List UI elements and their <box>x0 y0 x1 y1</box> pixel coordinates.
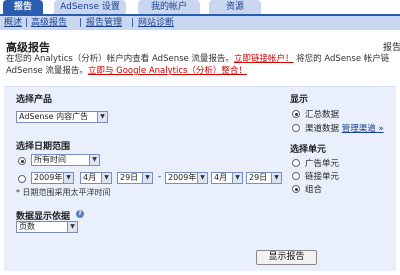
chevron-down-icon: ▼ <box>197 173 207 183</box>
display-channel-radio[interactable] <box>292 124 300 132</box>
chevron-down-icon: ▼ <box>63 173 73 183</box>
subnav-overview[interactable]: 概述 <box>4 16 22 30</box>
display-channel-label: 渠道数据 管理渠道 » <box>305 122 384 134</box>
unit-ad-radio[interactable] <box>292 159 300 167</box>
show-report-button[interactable]: 显示报告 <box>256 250 317 265</box>
timezone-note: * 日期范围采用太平洋时间 <box>16 188 111 197</box>
chevron-down-icon: ▼ <box>89 155 99 165</box>
display-label: 显示 <box>290 95 309 105</box>
unit-combined-label: 组合 <box>305 185 323 195</box>
date-range-label: 选择日期范围 <box>16 142 71 152</box>
from-month-value: 4月 <box>83 173 97 182</box>
tab-reports[interactable]: 报告 <box>3 0 43 14</box>
show-by-value: 页数 <box>19 222 35 231</box>
chevron-down-icon: ▼ <box>97 112 107 122</box>
chevron-down-icon: ▼ <box>67 222 77 232</box>
intro-text: 在您的 Analytics（分析）帐户内查看 AdSense 流量报告。 <box>6 54 234 64</box>
product-label: 选择产品 <box>16 95 53 105</box>
unit-ad-label: 广告单元 <box>305 159 340 169</box>
display-summary-label: 汇总数据 <box>305 110 340 120</box>
show-by-select[interactable]: 页数 ▼ <box>16 221 78 233</box>
from-year-select[interactable]: 2009年 ▼ <box>31 172 74 184</box>
product-select-value: AdSense 内容广告 <box>19 112 89 121</box>
sub-navigation: 概述 | 高级报告 | 报告管理 | 网站诊断 <box>0 16 400 30</box>
to-year-value: 2009年 <box>168 173 197 182</box>
unit-link-radio[interactable] <box>292 172 300 180</box>
date-custom-radio[interactable] <box>18 175 26 183</box>
chevron-down-icon: ▼ <box>232 173 242 183</box>
unit-link-label: 链接单元 <box>305 172 340 182</box>
intro-line-2: AdSense 流量报告。立即与 Google Analytics（分析）整合！ <box>6 65 400 77</box>
unit-label: 选择单元 <box>290 145 327 155</box>
unit-combined-radio[interactable] <box>292 185 300 193</box>
from-day-select[interactable]: 29日 ▼ <box>117 172 153 184</box>
subnav-advanced-reports[interactable]: 高级报告 <box>31 16 67 30</box>
product-select[interactable]: AdSense 内容广告 ▼ <box>16 111 108 123</box>
from-year-value: 2009年 <box>34 173 63 182</box>
subnav-site-diagnostics[interactable]: 网站诊断 <box>138 16 174 30</box>
tab-resources[interactable]: 资源 <box>209 0 261 14</box>
intro-line-1: 在您的 Analytics（分析）帐户内查看 AdSense 流量报告。立即链接… <box>6 53 400 65</box>
manage-channels-link[interactable]: 管理渠道 » <box>342 124 384 134</box>
help-icon[interactable]: ? <box>76 210 84 218</box>
page-title-right: 报告 <box>383 43 400 53</box>
to-day-select[interactable]: 29日 ▼ <box>246 172 282 184</box>
subnav-separator: | <box>25 18 29 28</box>
display-summary-radio[interactable] <box>292 110 300 118</box>
intro-text: AdSense 流量报告。 <box>6 66 88 76</box>
intro-text: 将您的 AdSense 帐户链 <box>293 54 390 64</box>
subnav-report-manager[interactable]: 报告管理 <box>86 16 122 30</box>
to-year-select[interactable]: 2009年 ▼ <box>165 172 208 184</box>
display-channel-text: 渠道数据 <box>305 124 340 134</box>
tab-my-account[interactable]: 我的帐户 <box>138 0 200 14</box>
chevron-down-icon: ▼ <box>271 173 281 183</box>
to-month-value: 4月 <box>214 173 228 182</box>
subnav-separator: | <box>79 18 83 28</box>
link-account-link[interactable]: 立即链接帐户！ <box>234 54 294 64</box>
from-month-select[interactable]: 4月 ▼ <box>80 172 112 184</box>
subnav-separator: | <box>131 18 135 28</box>
date-preset-select[interactable]: 所有时间 ▼ <box>31 154 100 166</box>
date-preset-value: 所有时间 <box>34 155 66 164</box>
tab-adsense-settings[interactable]: AdSense 设置 <box>54 0 126 14</box>
chevron-down-icon: ▼ <box>142 173 152 183</box>
date-preset-radio[interactable] <box>18 157 26 165</box>
to-month-select[interactable]: 4月 ▼ <box>211 172 243 184</box>
main-tabs: 报告 AdSense 设置 我的帐户 资源 <box>0 0 400 14</box>
integrate-analytics-link[interactable]: 立即与 Google Analytics（分析）整合！ <box>88 66 247 76</box>
to-day-value: 29日 <box>249 173 268 182</box>
analytics-intro: 在您的 Analytics（分析）帐户内查看 AdSense 流量报告。立即链接… <box>6 53 400 77</box>
from-day-value: 29日 <box>120 173 139 182</box>
date-range-dash: - <box>158 172 162 182</box>
chevron-down-icon: ▼ <box>101 173 111 183</box>
